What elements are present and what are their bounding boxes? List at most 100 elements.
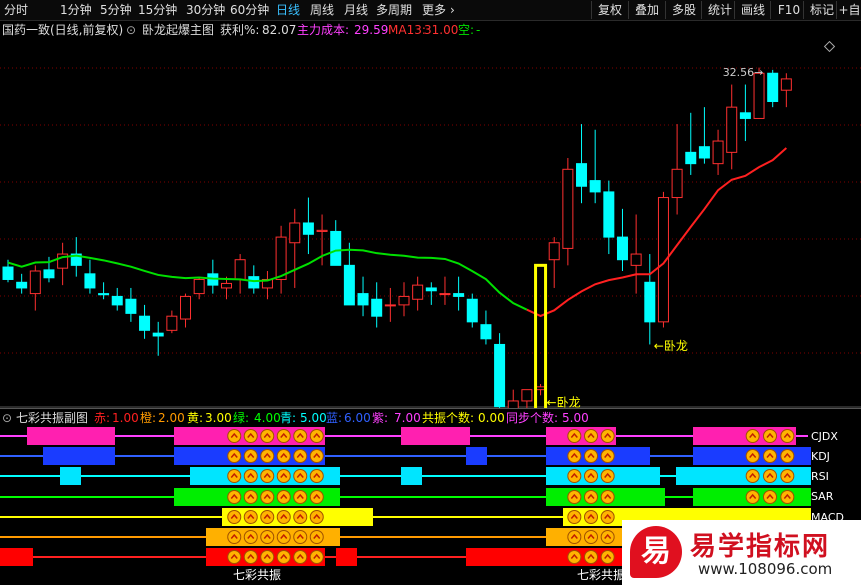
resonance-chip-icon <box>745 429 760 443</box>
candle-body <box>453 293 465 297</box>
period-tab-4[interactable]: 30分钟 <box>186 2 225 18</box>
indicator-name[interactable]: 卧龙起爆主图 <box>142 21 214 39</box>
resonance-chip-icon <box>600 469 615 483</box>
resonance-chip-icon <box>276 510 291 524</box>
candle-body <box>2 266 14 280</box>
toolbar-button-4[interactable]: 画线 <box>734 1 771 19</box>
resonance-chip-icon <box>260 449 275 463</box>
resonance-chip-icon <box>780 429 795 443</box>
resonance-chip-icon <box>293 510 308 524</box>
toolbar-button-6[interactable]: 标记 <box>803 1 840 19</box>
legend-label-1: 橙: <box>140 411 157 425</box>
candle-body <box>439 293 451 296</box>
resonance-chip-icon <box>567 449 582 463</box>
legend-value-0: 1.00 <box>112 411 139 425</box>
resonance-chip-icon <box>763 490 777 504</box>
period-tab-8[interactable]: 月线 <box>344 2 368 18</box>
resonance-chip-icon <box>600 429 615 443</box>
candle-body <box>43 269 55 279</box>
stock-title[interactable]: 国药一致(日线,前复权) <box>2 21 123 39</box>
toolbar-button-3[interactable]: 统计 <box>701 1 738 19</box>
period-tab-6[interactable]: 日线 <box>276 2 300 18</box>
resonance-chip-icon <box>227 490 242 504</box>
resonance-chip-icon <box>276 550 291 564</box>
sub-title[interactable]: 七彩共振副图 <box>16 409 88 427</box>
more-chevron-icon[interactable]: › <box>450 2 455 18</box>
period-tab-10[interactable]: 更多 <box>422 2 446 18</box>
resonance-chip-icon <box>584 550 598 564</box>
resonance-chip-icon <box>309 469 324 483</box>
watermark-url: www.108096.com <box>698 560 833 578</box>
resonance-chip-icon <box>243 449 258 463</box>
resonance-chip-icon <box>780 449 795 463</box>
resonance-chip-icon <box>309 429 324 443</box>
legend-label-6: 紫: <box>372 411 389 425</box>
resonance-chip-icon <box>567 429 582 443</box>
resonance-chip-icon <box>763 449 777 463</box>
sub-dropdown-icon[interactable]: ⊙ <box>2 409 12 427</box>
candle-body <box>589 180 601 193</box>
resonance-row-3 <box>0 488 811 506</box>
period-tab-2[interactable]: 5分钟 <box>100 2 132 18</box>
toolbar-button-1[interactable]: 叠加 <box>628 1 665 19</box>
dropdown-icon[interactable]: ⊙ <box>126 21 136 39</box>
period-tab-0[interactable]: 分时 <box>4 2 28 18</box>
period-tab-5[interactable]: 60分钟 <box>230 2 269 18</box>
resonance-chip-icon <box>243 530 258 544</box>
toolbar-button-2[interactable]: 多股 <box>665 1 702 19</box>
row-bar <box>336 548 357 566</box>
toolbar-button-0[interactable]: 复权 <box>591 1 628 19</box>
candle-body <box>562 168 574 249</box>
row-bar <box>466 447 487 465</box>
resonance-chip-icon <box>584 530 598 544</box>
candle-body <box>371 298 383 317</box>
row-label-kdj: KDJ <box>811 450 830 463</box>
cost-value: 29.59 <box>354 23 389 37</box>
candle-body <box>671 168 683 199</box>
resonance-chip-icon <box>293 550 308 564</box>
row-label-cjdx: CJDX <box>811 430 838 443</box>
cost-label: 主力成本: <box>297 23 350 37</box>
resonance-row-0 <box>0 427 808 445</box>
resonance-chip-icon <box>243 490 258 504</box>
resonance-chip-icon <box>584 449 598 463</box>
legend-label-0: 赤: <box>94 411 111 425</box>
resonance-row-2 <box>0 467 811 485</box>
legend-value-7: 0.00 <box>478 411 505 425</box>
candle-body <box>548 242 560 261</box>
toolbar-button-7[interactable]: +自 <box>836 1 861 19</box>
top-toolbar: 分时 1分钟 5分钟 15分钟 30分钟 60分钟 日线 周线 月线 多周期 更多 › 复权 叠加 多股 统计… <box>0 0 861 21</box>
row-bar <box>401 467 422 485</box>
period-tab-3[interactable]: 15分钟 <box>138 2 177 18</box>
row-bar <box>27 427 115 445</box>
candle-body <box>425 287 437 292</box>
candle-body <box>698 146 710 159</box>
row-label-sar: SAR <box>811 490 834 503</box>
toolbar-button-5[interactable]: F10 <box>770 1 807 19</box>
resonance-chip-icon <box>276 530 291 544</box>
resonance-chip-icon <box>584 429 598 443</box>
legend-label-4: 青: <box>280 411 297 425</box>
candle-body <box>84 273 96 289</box>
period-tab-1[interactable]: 1分钟 <box>60 2 92 18</box>
main-candlestick-chart[interactable]: ←卧龙←卧龙←26.0632.56→涨 <box>0 40 861 408</box>
legend-label-7: 共振个数: <box>422 411 475 425</box>
ma13-value: 31.00 <box>424 23 459 37</box>
period-tab-9[interactable]: 多周期 <box>376 2 412 18</box>
candle-body <box>330 230 342 266</box>
info-bar: 国药一致(日线,前复权) ⊙ 卧龙起爆主图 获利%: 82.07 主力成本: 2… <box>0 21 861 39</box>
diamond-icon <box>823 40 836 53</box>
candle-body <box>248 276 260 289</box>
candle-body <box>275 236 287 280</box>
resonance-chip-icon <box>276 449 291 463</box>
resonance-chip-icon <box>309 550 324 564</box>
empty-value: - <box>476 23 481 37</box>
resonance-chip-icon <box>260 429 275 443</box>
resonance-chip-icon <box>260 530 275 544</box>
period-tab-7[interactable]: 周线 <box>310 2 334 18</box>
resonance-chip-icon <box>276 469 291 483</box>
row-bar <box>401 427 470 445</box>
resonance-chip-icon <box>276 490 291 504</box>
legend-value-3: 4.00 <box>254 411 281 425</box>
candle-body <box>712 140 724 165</box>
